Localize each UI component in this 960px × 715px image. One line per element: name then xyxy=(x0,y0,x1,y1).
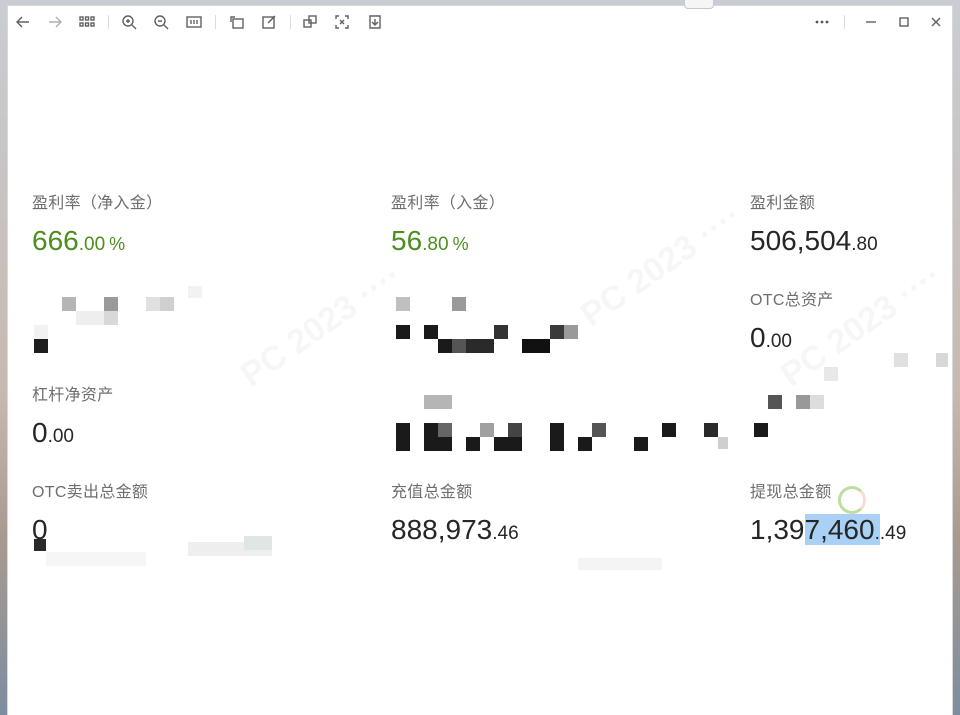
stat-label: 杠杆净资产 xyxy=(32,387,114,404)
toolbar-divider xyxy=(844,15,845,29)
stat-value: 0.00 xyxy=(750,322,792,353)
stat-value: 0.00 xyxy=(32,417,74,448)
close-icon[interactable] xyxy=(925,12,947,32)
minimize-icon[interactable] xyxy=(860,12,882,32)
profit-rate-net-stat: 盈利率（净入金） 666.00% xyxy=(32,189,162,257)
maximize-icon[interactable] xyxy=(893,12,915,32)
forward-icon[interactable] xyxy=(44,12,66,32)
stat-label: 盈利率（入金） xyxy=(391,195,506,212)
toolbar-divider xyxy=(108,15,109,29)
stat-label: 充值总金额 xyxy=(391,484,473,501)
stat-label: OTC卖出总金额 xyxy=(32,484,149,501)
stat-value: 888,973.46 xyxy=(391,514,519,545)
loading-cursor-icon xyxy=(838,486,866,514)
fit-width-icon[interactable] xyxy=(183,12,205,32)
profit-amount-stat: 盈利金额 506,504.80 xyxy=(750,189,878,257)
more-icon[interactable] xyxy=(811,12,833,32)
stat-value: 0 xyxy=(32,514,48,545)
text-selection: 7,460. xyxy=(804,514,880,545)
watermark: PC 2023 ···· xyxy=(574,196,750,335)
stat-label: 盈利金额 xyxy=(750,195,816,212)
stat-value: 506,504.80 xyxy=(750,225,878,256)
download-icon[interactable] xyxy=(364,12,386,32)
copy-icon[interactable] xyxy=(299,12,321,32)
stat-value[interactable]: 1,397,460..49 xyxy=(750,514,906,546)
zoom-out-icon[interactable] xyxy=(150,12,172,32)
rotate-icon[interactable] xyxy=(226,12,248,32)
edit-icon[interactable] xyxy=(258,12,280,32)
grid-icon[interactable] xyxy=(76,12,98,32)
toolbar xyxy=(8,6,952,38)
back-icon[interactable] xyxy=(12,12,34,32)
stat-label: 提现总金额 xyxy=(750,484,832,501)
profit-rate-in-stat: 盈利率（入金） 56.80% xyxy=(391,189,505,257)
toolbar-divider xyxy=(290,15,291,29)
stat-value: 666.00% xyxy=(32,225,126,256)
fullscreen-icon[interactable] xyxy=(331,12,353,32)
deposit-total-stat: 充值总金额 888,973.46 xyxy=(391,478,519,546)
leverage-net-assets-stat: 杠杆净资产 0.00 xyxy=(32,381,114,449)
otc-total-assets-stat: OTC总资产 0.00 xyxy=(750,286,834,354)
viewer-window: PC 2023 ···· PC 2023 ···· PC 2023 ···· 盈… xyxy=(8,0,952,715)
zoom-in-icon[interactable] xyxy=(118,12,140,32)
stat-label: 盈利率（净入金） xyxy=(32,195,163,212)
otc-sell-total-stat: OTC卖出总金额 0 xyxy=(32,478,148,546)
stat-label: OTC总资产 xyxy=(750,292,834,309)
withdraw-total-stat: 提现总金额 1,397,460..49 xyxy=(750,478,906,546)
stat-value: 56.80% xyxy=(391,225,469,256)
toolbar-divider xyxy=(215,15,216,29)
watermark: PC 2023 ···· xyxy=(234,256,410,395)
